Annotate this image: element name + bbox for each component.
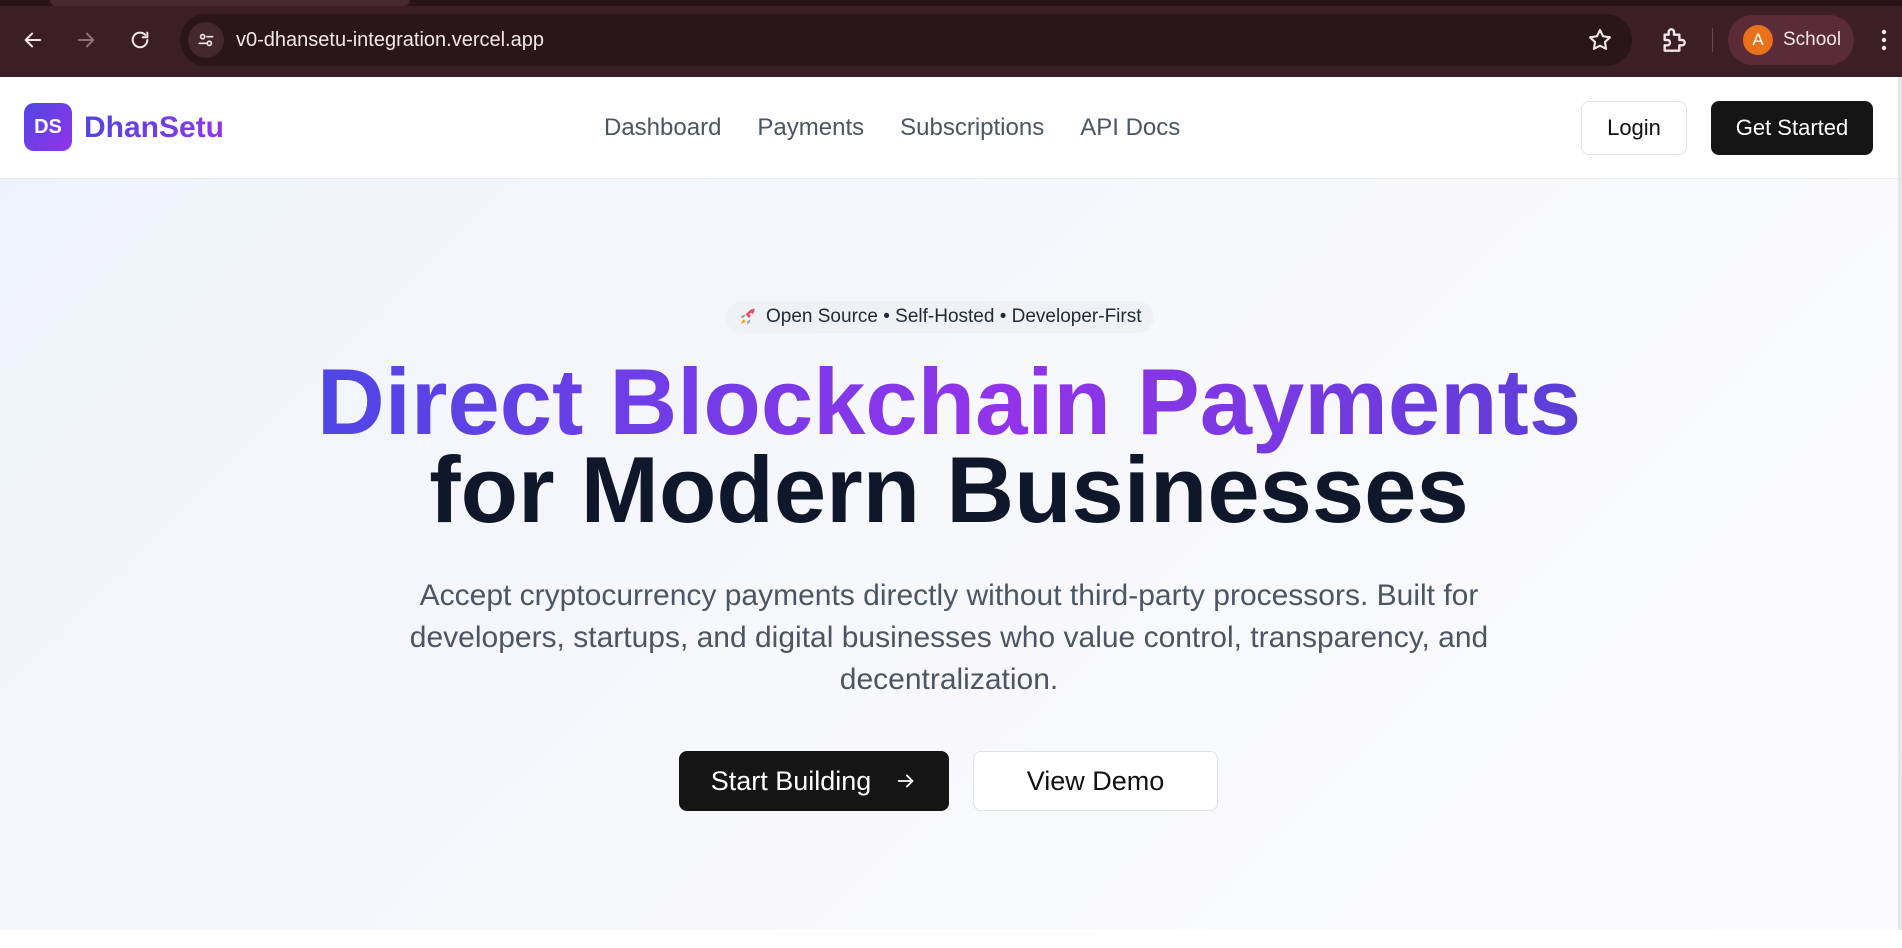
address-bar[interactable]: v0-dhansetu-integration.vercel.app	[180, 14, 1632, 66]
site-header: DS DhanSetu Dashboard Payments Subscript…	[0, 77, 1898, 179]
nav-link-payments[interactable]: Payments	[757, 114, 864, 142]
view-demo-button[interactable]: View Demo	[973, 751, 1218, 811]
reload-button[interactable]	[122, 22, 158, 58]
nav-link-api-docs[interactable]: API Docs	[1080, 114, 1180, 142]
page-viewport: DS DhanSetu Dashboard Payments Subscript…	[0, 77, 1902, 930]
avatar: A	[1743, 25, 1773, 55]
star-icon[interactable]	[1586, 26, 1614, 54]
arrow-right-icon	[898, 774, 914, 788]
hero-subtitle: Accept cryptocurrency payments directly …	[409, 579, 1489, 696]
site-info-icon	[198, 33, 214, 47]
logo-mark[interactable]: DS	[24, 103, 72, 151]
login-button[interactable]: Login	[1581, 101, 1687, 155]
brand-name[interactable]: DhanSetu	[84, 111, 224, 145]
menu-icon[interactable]	[1874, 26, 1894, 54]
forward-button[interactable]	[68, 22, 104, 58]
back-button[interactable]	[15, 22, 51, 58]
extensions-icon[interactable]	[1658, 24, 1690, 56]
profile-name: School	[1783, 29, 1842, 50]
back-icon	[24, 32, 42, 48]
rocket-icon	[740, 308, 755, 325]
active-tab-edge[interactable]	[50, 0, 410, 6]
browser-toolbar: v0-dhansetu-integration.vercel.app A Sch…	[0, 0, 1902, 77]
get-started-button[interactable]: Get Started	[1711, 101, 1873, 155]
forward-icon	[77, 32, 95, 48]
url-text[interactable]: v0-dhansetu-integration.vercel.app	[236, 29, 544, 52]
start-building-label: Start Building	[710, 765, 872, 796]
profile-button[interactable]: A School	[1728, 15, 1854, 65]
hero-title-line-1: Direct Blockchain Payments	[0, 355, 1898, 449]
nav-link-dashboard[interactable]: Dashboard	[604, 114, 721, 142]
hero-title-line-2: for Modern Businesses	[429, 437, 1469, 542]
nav-link-subscriptions[interactable]: Subscriptions	[900, 114, 1044, 142]
toolbar-divider	[1712, 28, 1713, 52]
page-bottom-edge	[0, 930, 1902, 948]
reload-icon	[131, 31, 149, 49]
site-info-button[interactable]	[188, 22, 224, 58]
start-building-button[interactable]: Start Building	[679, 751, 949, 811]
hero-badge-text: Open Source • Self-Hosted • Developer-Fi…	[766, 306, 1142, 327]
main-nav: Dashboard Payments Subscriptions API Doc…	[604, 114, 1180, 142]
scrollbar[interactable]	[1898, 77, 1902, 930]
hero-badge: Open Source • Self-Hosted • Developer-Fi…	[726, 301, 1154, 333]
